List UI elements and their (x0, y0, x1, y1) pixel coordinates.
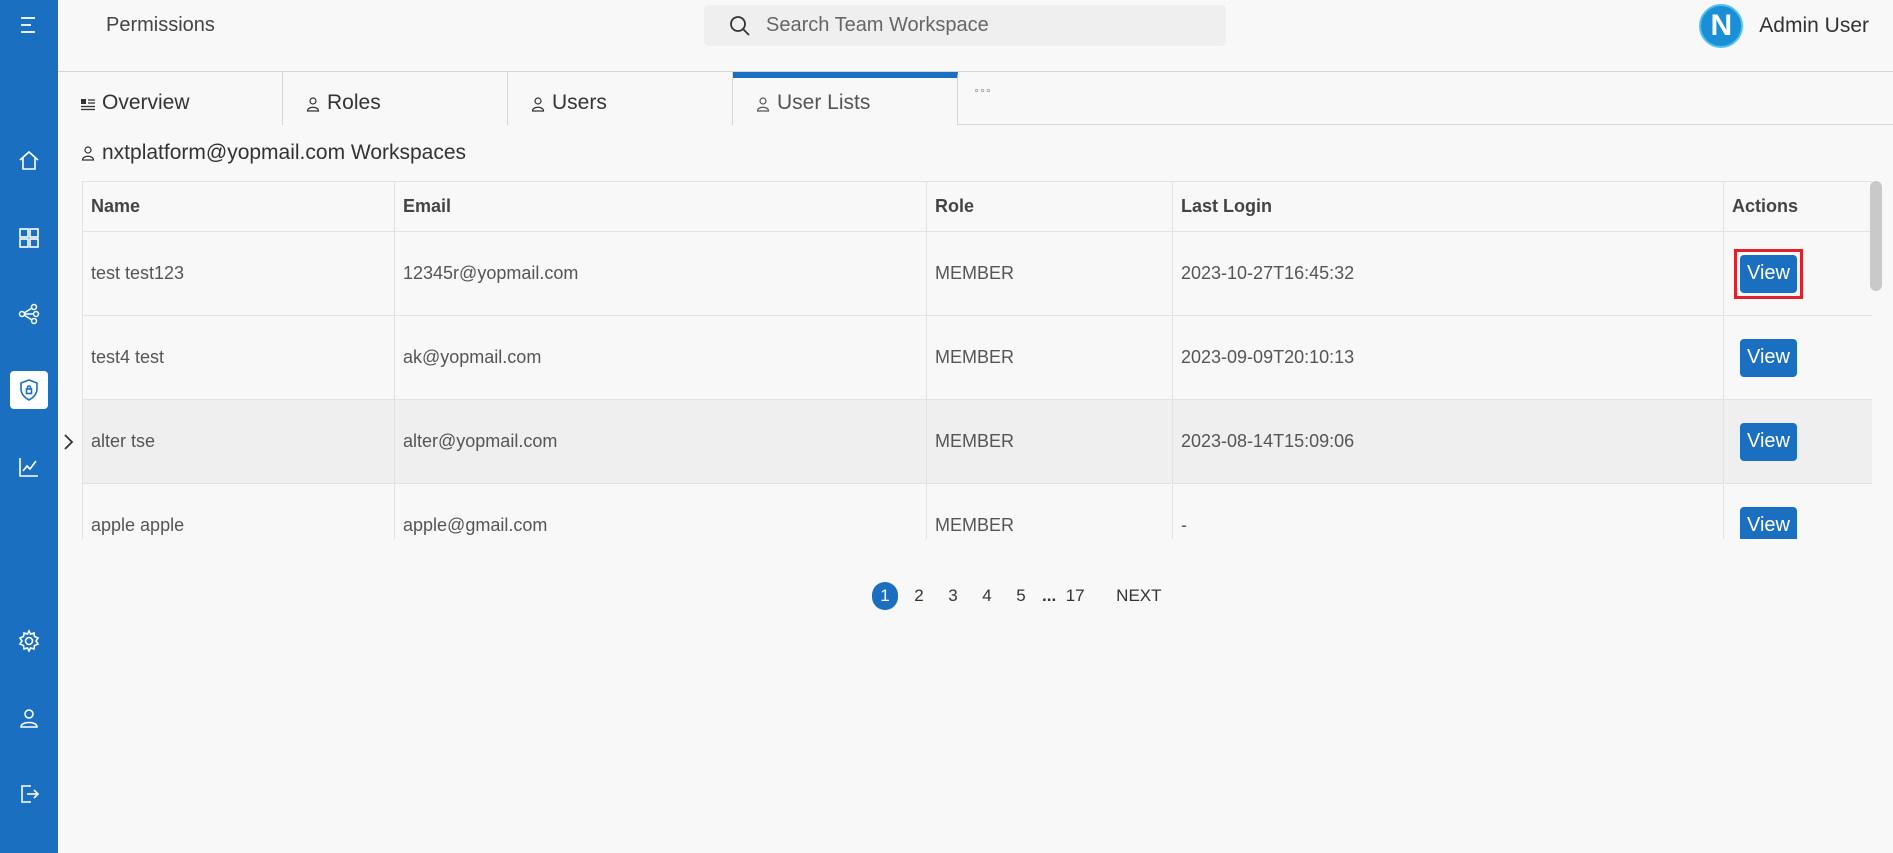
cell-role: MEMBER (926, 483, 1173, 539)
user-icon (756, 97, 770, 112)
top-bar: Permissions N Admin User (58, 0, 1893, 72)
section-title-text: nxtplatform@yopmail.com Workspaces (102, 141, 467, 164)
cell-email: ak@yopmail.com (394, 315, 927, 400)
cell-last-login: 2023-09-09T20:10:13 (1172, 315, 1724, 400)
tab-label: Overview (102, 91, 190, 114)
cell-actions: View (1723, 483, 1872, 539)
user-menu[interactable]: N Admin User (1699, 4, 1869, 48)
page-2-button[interactable]: 2 (906, 582, 932, 610)
page-1-button[interactable]: 1 (872, 582, 898, 610)
dashboard-icon[interactable] (10, 219, 48, 257)
cell-last-login: - (1172, 483, 1724, 539)
pagination: 1 2 3 4 5 ... 17 NEXT (872, 582, 1162, 610)
cell-role: MEMBER (926, 399, 1173, 484)
more-tabs-icon[interactable]: °°° (958, 72, 1008, 124)
column-header-actions: Actions (1723, 181, 1872, 232)
table-row: alter tse alter@yopmail.com MEMBER 2023-… (82, 399, 1872, 484)
search-input[interactable] (766, 14, 1206, 37)
tab-bar: Overview Roles Users User Lists °°° (58, 72, 1893, 125)
search-icon (730, 15, 750, 36)
view-button[interactable]: View (1740, 338, 1797, 377)
table-row: test test123 12345r@yopmail.com MEMBER 2… (82, 231, 1872, 316)
tab-users[interactable]: Users (508, 72, 733, 125)
tab-label: Roles (327, 91, 381, 114)
page-5-button[interactable]: 5 (1008, 582, 1034, 610)
view-button[interactable]: View (1740, 422, 1797, 461)
sidebar (0, 0, 58, 853)
cell-role: MEMBER (926, 315, 1173, 400)
analytics-icon[interactable] (10, 448, 48, 486)
security-shield-icon[interactable] (10, 371, 48, 409)
search-box[interactable] (704, 5, 1226, 46)
cell-name: test test123 (82, 231, 395, 316)
cell-last-login: 2023-08-14T15:09:06 (1172, 399, 1724, 484)
cell-actions: View (1723, 231, 1872, 316)
user-icon (306, 97, 320, 112)
logout-icon[interactable] (10, 775, 48, 813)
section-title: nxtplatform@yopmail.com Workspaces (80, 141, 466, 165)
column-header-role[interactable]: Role (926, 181, 1173, 232)
cell-last-login: 2023-10-27T16:45:32 (1172, 231, 1724, 316)
table-scrollbar[interactable] (1870, 181, 1882, 291)
page-3-button[interactable]: 3 (940, 582, 966, 610)
page-title: Permissions (106, 14, 215, 36)
user-name[interactable]: Admin User (1759, 14, 1869, 38)
view-button[interactable]: View (1740, 506, 1797, 539)
table-row: test4 test ak@yopmail.com MEMBER 2023-09… (82, 315, 1872, 400)
tab-user-lists[interactable]: User Lists (733, 72, 958, 125)
view-button[interactable]: View (1740, 254, 1797, 293)
cell-name: alter tse (82, 399, 395, 484)
focus-highlight: View (1734, 248, 1803, 299)
cell-actions: View (1723, 399, 1872, 484)
newspaper-icon (81, 99, 95, 111)
column-header-last-login[interactable]: Last Login (1172, 181, 1724, 232)
column-header-name[interactable]: Name (82, 181, 395, 232)
settings-gear-icon[interactable] (10, 622, 48, 660)
avatar[interactable]: N (1699, 4, 1744, 48)
cell-email: apple@gmail.com (394, 483, 927, 539)
tab-label: Users (552, 91, 607, 114)
cell-role: MEMBER (926, 231, 1173, 316)
cell-actions: View (1723, 315, 1872, 400)
page-17-button[interactable]: 17 (1062, 582, 1088, 610)
pagination-ellipsis: ... (1042, 586, 1057, 605)
tab-roles[interactable]: Roles (283, 72, 508, 125)
profile-icon[interactable] (10, 699, 48, 737)
cell-email: alter@yopmail.com (394, 399, 927, 484)
table-row: apple apple apple@gmail.com MEMBER - Vie… (82, 483, 1872, 539)
user-icon (81, 146, 95, 161)
menu-icon[interactable] (10, 6, 48, 44)
tab-label: User Lists (777, 91, 871, 114)
cell-name: apple apple (82, 483, 395, 539)
share-network-icon[interactable] (10, 295, 48, 333)
next-page-button[interactable]: NEXT (1116, 586, 1161, 606)
users-table: Name Email Role Last Login Actions test … (82, 181, 1872, 539)
tab-overview[interactable]: Overview (58, 72, 283, 125)
column-header-email[interactable]: Email (394, 181, 927, 232)
home-icon[interactable] (10, 142, 48, 180)
page-4-button[interactable]: 4 (974, 582, 1000, 610)
table-header-row: Name Email Role Last Login Actions (82, 181, 1872, 232)
chevron-right-icon[interactable] (62, 433, 76, 451)
cell-email: 12345r@yopmail.com (394, 231, 927, 316)
cell-name: test4 test (82, 315, 395, 400)
user-icon (531, 97, 545, 112)
